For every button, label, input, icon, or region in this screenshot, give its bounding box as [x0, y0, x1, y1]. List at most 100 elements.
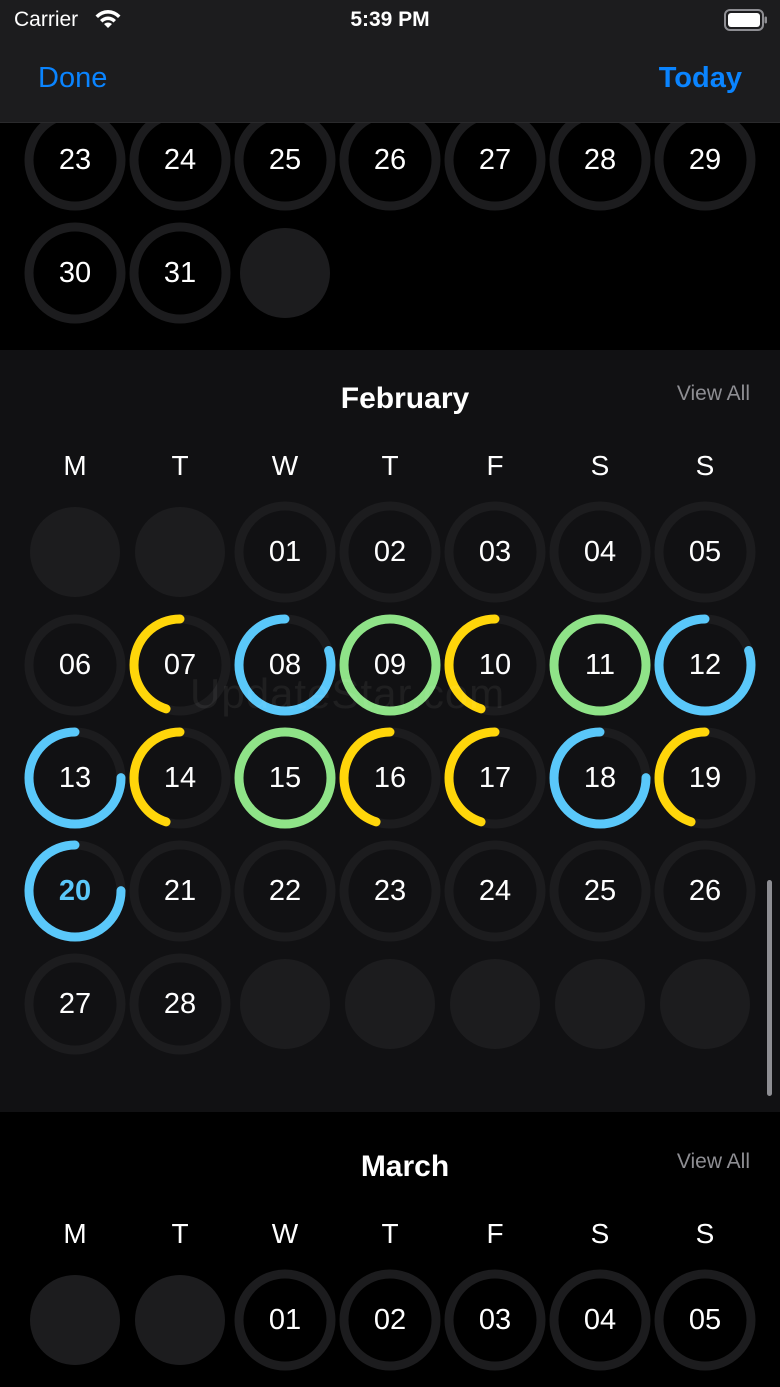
day-number: 28: [583, 144, 617, 176]
day-cell-10[interactable]: 10: [443, 613, 547, 717]
scroll-indicator[interactable]: [767, 880, 772, 1096]
day-cell-28[interactable]: 28: [548, 108, 652, 212]
day-cell-02[interactable]: 02: [338, 1268, 442, 1372]
day-cell-16[interactable]: 16: [338, 726, 442, 830]
view-all-button[interactable]: View All: [677, 382, 750, 406]
month-title: March: [360, 1150, 450, 1183]
today-button[interactable]: Today: [659, 62, 742, 95]
day-number: [338, 952, 442, 1056]
day-cell-17[interactable]: 17: [443, 726, 547, 830]
day-cell-22[interactable]: 22: [233, 839, 337, 943]
day-cell-04[interactable]: 04: [548, 1268, 652, 1372]
status-bar: Carrier 5:39 PM: [0, 0, 780, 42]
empty-day-cell: [653, 952, 757, 1056]
day-number: 22: [268, 875, 302, 907]
day-number: 16: [373, 762, 407, 794]
weekday-label: M: [63, 1218, 87, 1249]
day-number: 05: [688, 536, 722, 568]
today-day-number: 20: [58, 875, 92, 907]
empty-day-cell: [548, 952, 652, 1056]
day-cell-27[interactable]: 27: [443, 108, 547, 212]
day-number: 11: [584, 649, 616, 681]
day-number: [443, 952, 547, 1056]
weekday-label: W: [271, 1218, 299, 1249]
day-number: 26: [373, 144, 407, 176]
day-number: [23, 500, 127, 604]
day-number: 10: [478, 649, 512, 681]
day-cell-05[interactable]: 05: [653, 1268, 757, 1372]
day-cell-26[interactable]: 26: [338, 108, 442, 212]
day-cell-24[interactable]: 24: [128, 108, 232, 212]
day-cell-26[interactable]: 26: [653, 839, 757, 943]
day-number: 23: [373, 875, 407, 907]
day-number: 25: [583, 875, 617, 907]
weekday-label: S: [695, 450, 715, 481]
day-cell-31[interactable]: 31: [128, 221, 232, 325]
weekday-label: T: [381, 450, 399, 481]
day-number: 01: [268, 536, 302, 568]
empty-day-cell: [233, 221, 337, 325]
day-cell-11[interactable]: 11: [548, 613, 652, 717]
day-number: 31: [163, 257, 197, 289]
day-cell-05[interactable]: 05: [653, 500, 757, 604]
day-number: 04: [583, 1304, 617, 1336]
day-cell-18[interactable]: 18: [548, 726, 652, 830]
day-cell-04[interactable]: 04: [548, 500, 652, 604]
day-cell-13[interactable]: 13: [23, 726, 127, 830]
month-section: 23 24 25 26 27 28 29 30 31: [0, 109, 780, 350]
weekday-label: F: [486, 1218, 504, 1249]
view-all-button[interactable]: View All: [677, 1150, 750, 1174]
month-title: February: [340, 382, 470, 415]
day-cell-30[interactable]: 30: [23, 221, 127, 325]
day-number: [653, 952, 757, 1056]
day-cell-20[interactable]: 20: [23, 839, 127, 943]
day-cell-01[interactable]: 01: [233, 500, 337, 604]
day-number: 27: [58, 988, 92, 1020]
day-number: 26: [688, 875, 722, 907]
day-number: 02: [373, 1304, 407, 1336]
day-cell-29[interactable]: 29: [653, 108, 757, 212]
day-number: 02: [373, 536, 407, 568]
day-number: [233, 221, 337, 325]
day-cell-02[interactable]: 02: [338, 500, 442, 604]
day-cell-01[interactable]: 01: [233, 1268, 337, 1372]
weekday-label: M: [63, 450, 87, 481]
day-number: 21: [163, 875, 197, 907]
empty-day-cell: [443, 952, 547, 1056]
day-cell-03[interactable]: 03: [443, 1268, 547, 1372]
day-number: 09: [373, 649, 407, 681]
day-number: 08: [268, 649, 302, 681]
weekday-label: S: [590, 1218, 610, 1249]
battery-icon: [724, 9, 767, 31]
day-cell-09[interactable]: 09: [338, 613, 442, 717]
day-cell-19[interactable]: 19: [653, 726, 757, 830]
day-number: 24: [478, 875, 512, 907]
day-cell-07[interactable]: 07: [128, 613, 232, 717]
day-number: 03: [478, 1304, 512, 1336]
day-cell-27[interactable]: 27: [23, 952, 127, 1056]
day-cell-08[interactable]: 08: [233, 613, 337, 717]
day-cell-06[interactable]: 06: [23, 613, 127, 717]
weekday-label: T: [381, 1218, 399, 1249]
weekday-label: W: [271, 450, 299, 481]
day-number: [23, 1268, 127, 1372]
day-cell-03[interactable]: 03: [443, 500, 547, 604]
day-cell-23[interactable]: 23: [338, 839, 442, 943]
day-cell-24[interactable]: 24: [443, 839, 547, 943]
day-cell-21[interactable]: 21: [128, 839, 232, 943]
day-number: 25: [268, 144, 302, 176]
done-button[interactable]: Done: [38, 62, 107, 95]
day-cell-23[interactable]: 23: [23, 108, 127, 212]
day-cell-15[interactable]: 15: [233, 726, 337, 830]
nav-bar: Done Today: [0, 42, 780, 123]
day-number: 05: [688, 1304, 722, 1336]
weekday-label: S: [695, 1218, 715, 1249]
day-number: 13: [58, 762, 92, 794]
day-cell-12[interactable]: 12: [653, 613, 757, 717]
day-cell-25[interactable]: 25: [233, 108, 337, 212]
empty-day-cell: [128, 1268, 232, 1372]
day-cell-14[interactable]: 14: [128, 726, 232, 830]
day-cell-28[interactable]: 28: [128, 952, 232, 1056]
day-cell-25[interactable]: 25: [548, 839, 652, 943]
empty-day-cell: [23, 500, 127, 604]
